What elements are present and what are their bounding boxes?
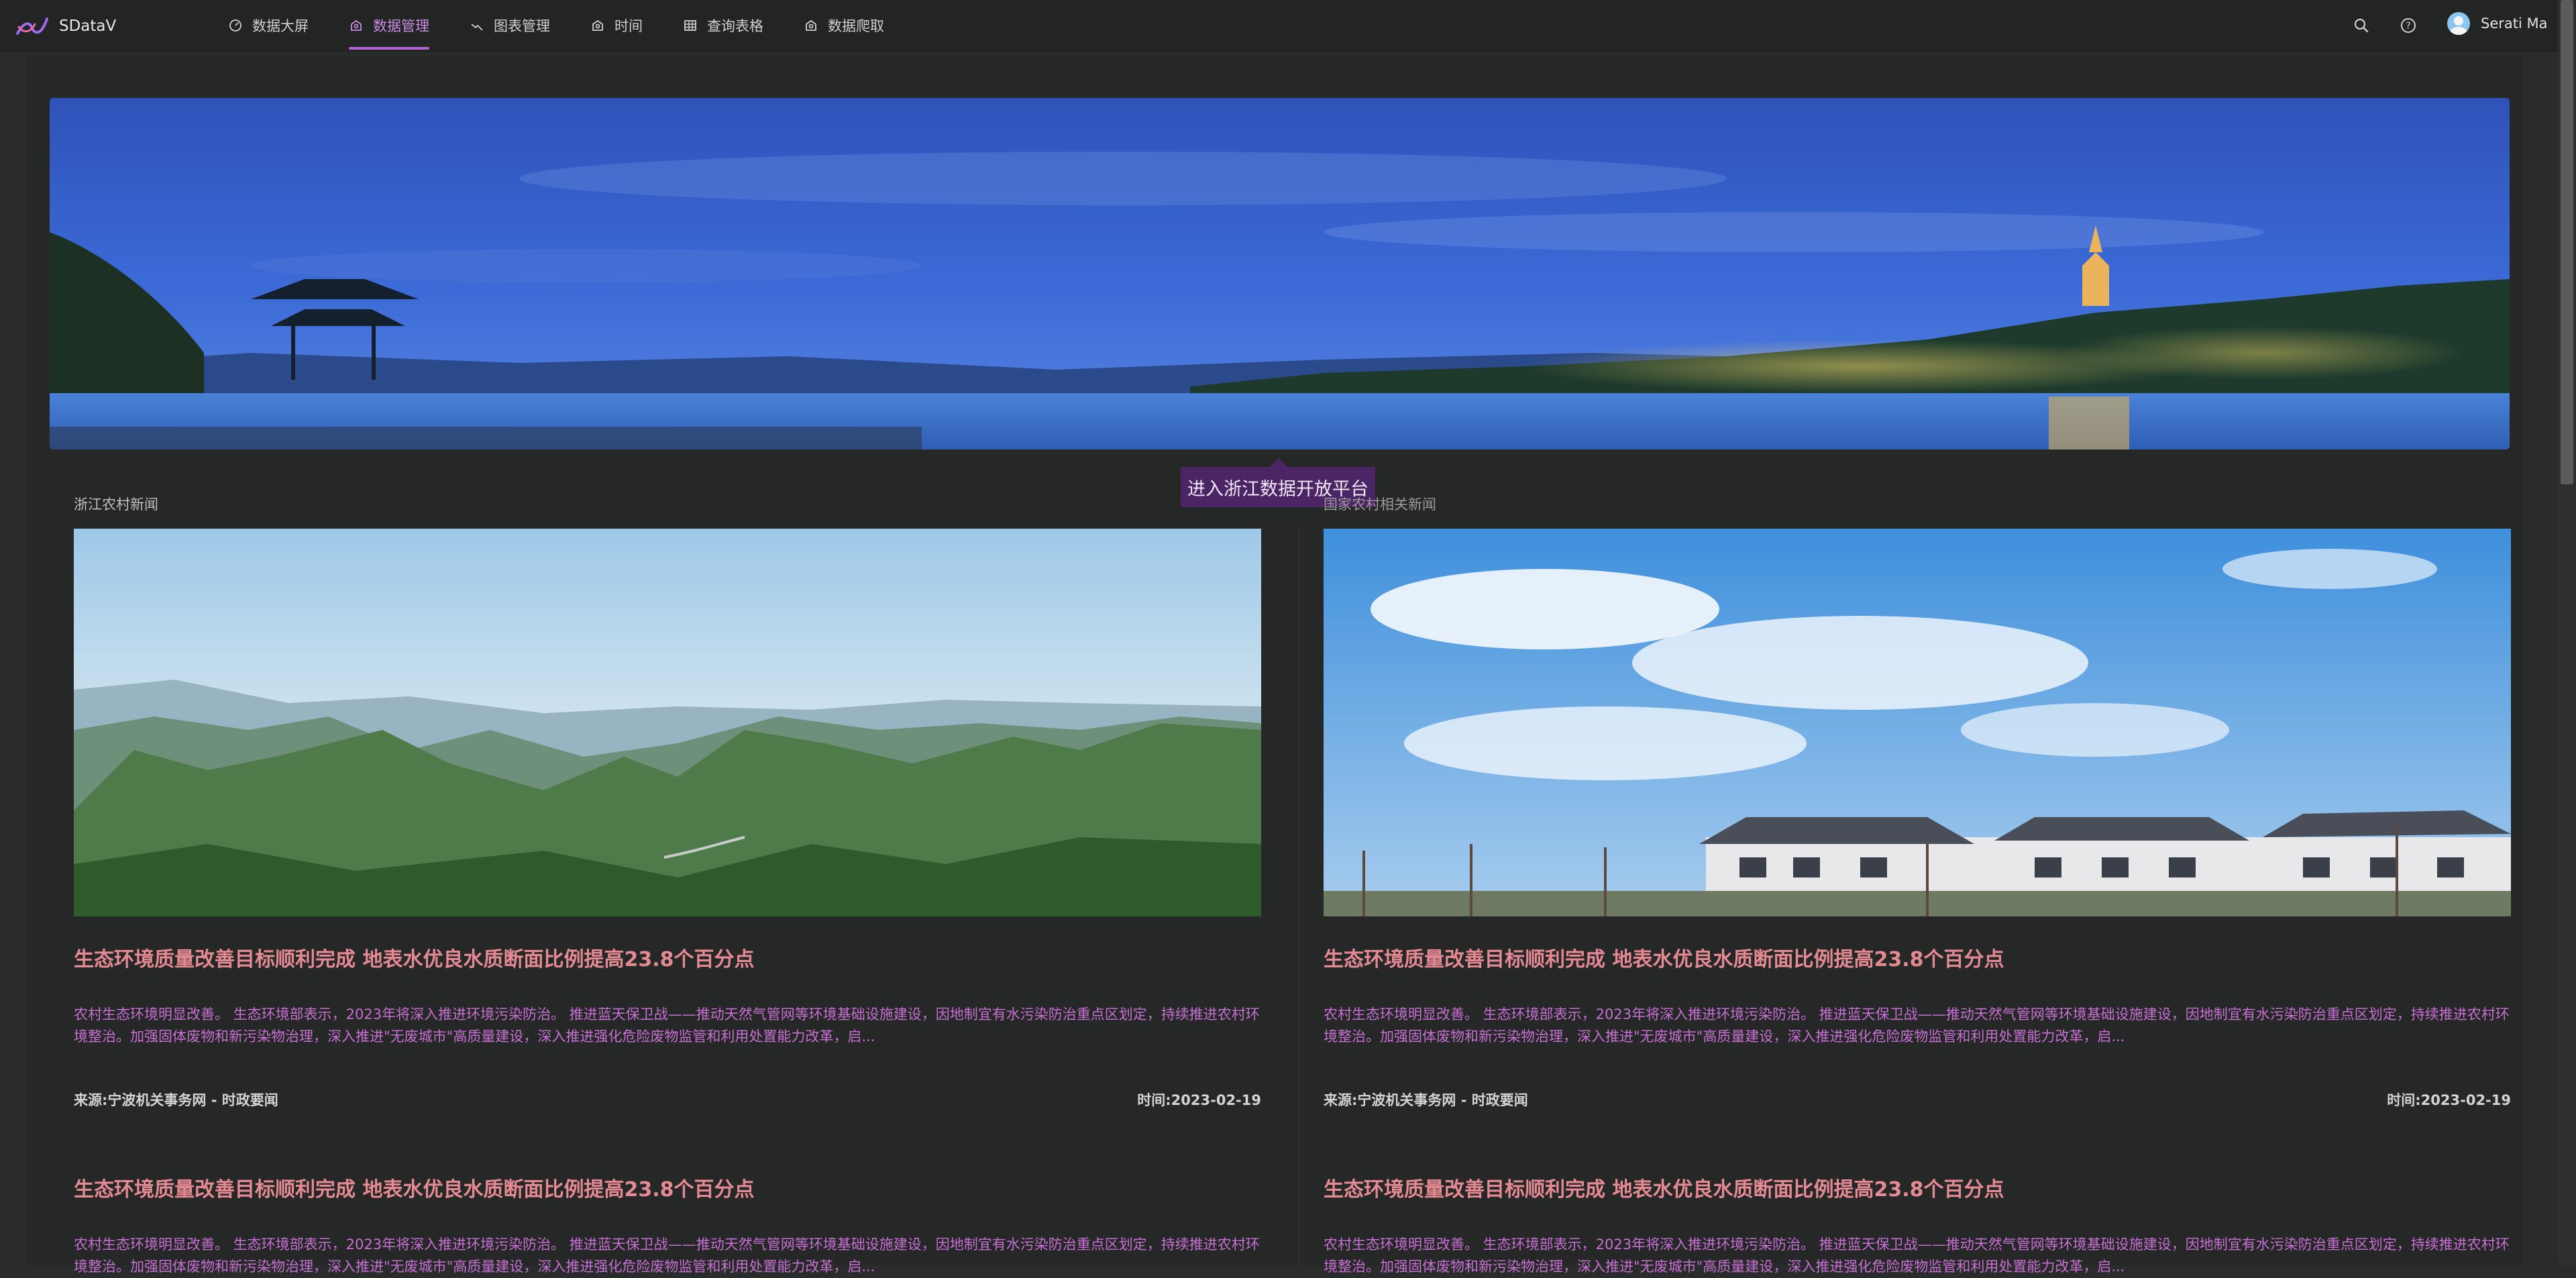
news-source: 来源:宁波机关事务网 - 时政要闻 <box>74 1092 278 1108</box>
news-meta: 来源:宁波机关事务网 - 时政要闻 时间:2023-02-19 <box>1324 1089 2511 1110</box>
sdatav-logo-icon[interactable] <box>15 15 50 38</box>
news-summary: 农村生态环境明显改善。 生态环境部表示，2023年将深入推进环境污染防治。 推进… <box>1324 1236 2510 1275</box>
top-nav-bar: SDataV 数据大屏 数据管理 图表管理 时间 查询表格 数据爬取 ? Ser… <box>0 0 2558 52</box>
news-title[interactable]: 生态环境质量改善目标顺利完成 地表水优良水质断面比例提高23.8个百分点 <box>74 1173 754 1202</box>
nav-item-label: 查询表格 <box>707 18 763 34</box>
brand-name[interactable]: SDataV <box>59 15 116 38</box>
news-summary: 农村生态环境明显改善。 生态环境部表示，2023年将深入推进环境污染防治。 推进… <box>1324 1006 2510 1045</box>
nav-item-label: 数据管理 <box>373 18 429 34</box>
nav-item-data-screen[interactable]: 数据大屏 <box>228 0 309 51</box>
help-icon[interactable]: ? <box>2398 15 2419 36</box>
time-icon <box>592 19 603 31</box>
svg-text:?: ? <box>2406 21 2410 32</box>
crawler-icon <box>806 19 816 31</box>
nav-item-chart-manage[interactable]: 图表管理 <box>470 0 550 51</box>
nav-item-label: 数据爬取 <box>828 18 884 34</box>
page-scrollbar-thumb[interactable] <box>2561 0 2573 484</box>
tooltip-arrow <box>1270 458 1287 467</box>
news-summary: 农村生态环境明显改善。 生态环境部表示，2023年将深入推进环境污染防治。 推进… <box>74 1006 1260 1045</box>
dashboard-icon <box>229 19 241 32</box>
user-name: Serati Ma <box>2481 15 2548 32</box>
data-manage-icon <box>351 19 362 31</box>
news-title[interactable]: 生态环境质量改善目标顺利完成 地表水优良水质断面比例提高23.8个百分点 <box>1324 1173 2004 1202</box>
news-summary: 农村生态环境明显改善。 生态环境部表示，2023年将深入推进环境污染防治。 推进… <box>74 1236 1260 1275</box>
table-icon <box>684 20 696 31</box>
news-time: 时间:2023-02-19 <box>2387 1092 2511 1108</box>
nav-item-label: 数据大屏 <box>252 18 309 34</box>
column-label-national-news: 国家农村相关新闻 <box>1324 496 1436 513</box>
search-icon[interactable] <box>2351 15 2372 36</box>
nav-item-label: 图表管理 <box>494 18 550 34</box>
nav-item-time[interactable]: 时间 <box>590 0 643 51</box>
news-time: 时间:2023-02-19 <box>1137 1092 1261 1108</box>
chart-manage-icon <box>471 23 483 31</box>
news-title[interactable]: 生态环境质量改善目标顺利完成 地表水优良水质断面比例提高23.8个百分点 <box>74 943 754 972</box>
news-title[interactable]: 生态环境质量改善目标顺利完成 地表水优良水质断面比例提高23.8个百分点 <box>1324 943 2004 972</box>
mountain-landscape-image[interactable] <box>74 529 1261 916</box>
column-label-zhejiang-news: 浙江农村新闻 <box>74 496 158 513</box>
nav-item-data-crawl[interactable]: 数据爬取 <box>804 0 884 51</box>
nav-item-data-manage[interactable]: 数据管理 <box>349 0 429 51</box>
village-houses-sky-image[interactable] <box>1324 529 2511 916</box>
avatar <box>2447 12 2470 35</box>
user-menu[interactable]: Serati Ma <box>2447 12 2547 35</box>
west-lake-banner-image[interactable] <box>50 98 2510 449</box>
news-meta: 来源:宁波机关事务网 - 时政要闻 时间:2023-02-19 <box>74 1089 1261 1110</box>
nav-item-label: 时间 <box>614 18 643 34</box>
nav-item-query-table[interactable]: 查询表格 <box>683 0 763 51</box>
news-source: 来源:宁波机关事务网 - 时政要闻 <box>1324 1092 1528 1108</box>
